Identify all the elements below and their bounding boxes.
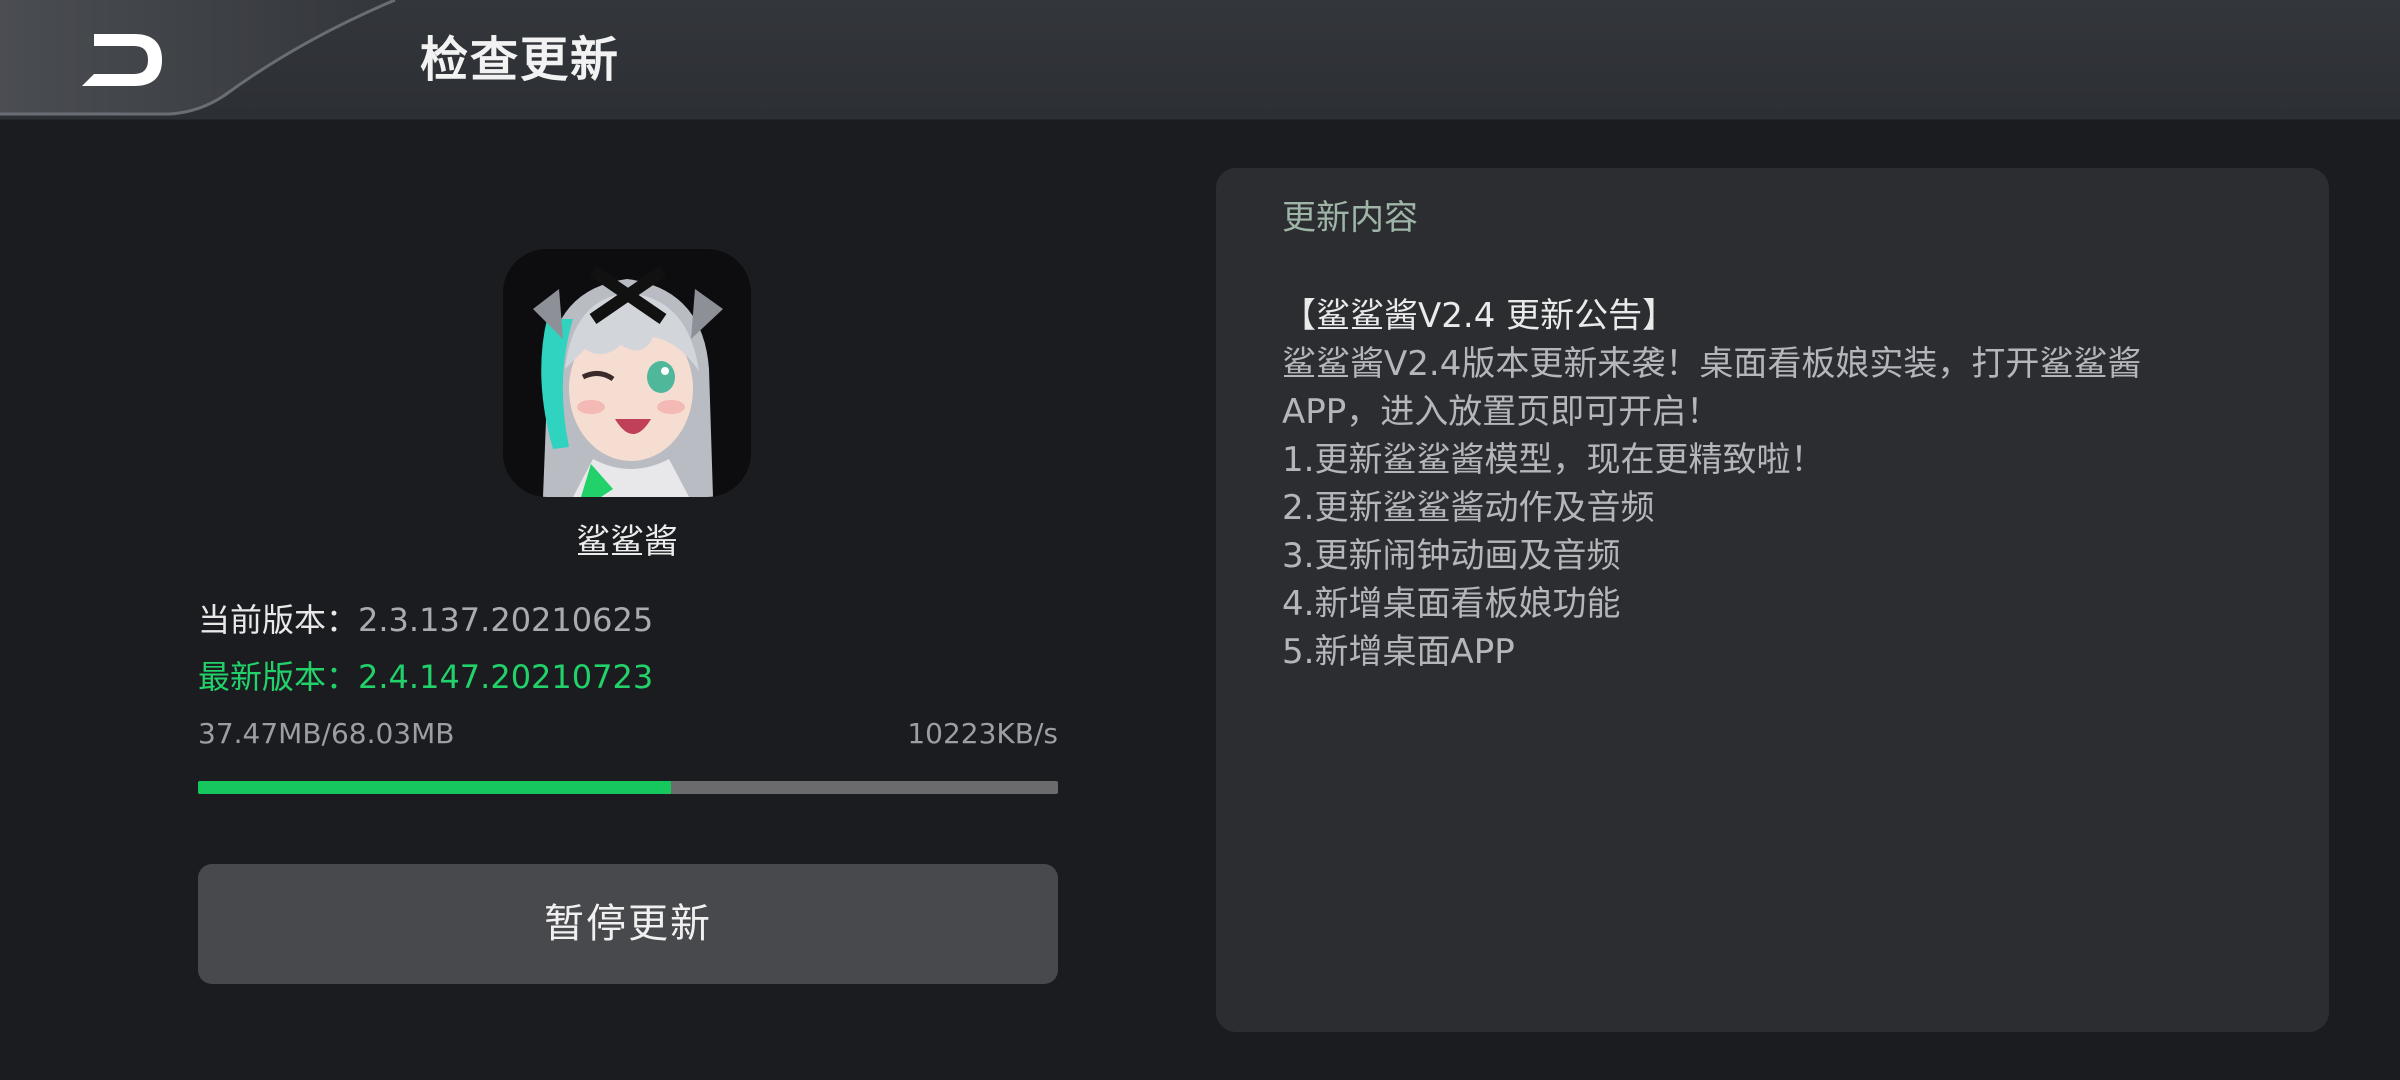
update-screen: 检查更新 鲨鲨酱 当前版本：2.3.137.20210625 最新版本：2.4.… <box>0 0 2400 1080</box>
download-size: 37.47MB/68.03MB <box>198 717 455 750</box>
update-notes-line: APP，进入放置页即可开启！ <box>1282 392 1721 432</box>
update-notes-line: 2.更新鲨鲨酱动作及音频 <box>1282 488 1655 528</box>
update-notes-line: 3.更新闹钟动画及音频 <box>1282 536 1621 576</box>
latest-version-value: 2.4.147.20210723 <box>358 658 654 696</box>
page-title: 检查更新 <box>420 32 621 88</box>
latest-version-label: 最新版本： <box>198 658 359 696</box>
back-button[interactable] <box>72 28 172 92</box>
download-progress-fill <box>198 781 671 794</box>
current-version-label: 当前版本： <box>198 601 359 639</box>
pause-update-button[interactable]: 暂停更新 <box>198 864 1058 984</box>
current-version: 当前版本：2.3.137.20210625 <box>198 598 653 642</box>
update-notes-line: 5.新增桌面APP <box>1282 632 1515 672</box>
header-bar: 检查更新 <box>0 0 2400 120</box>
anime-character-icon <box>503 249 751 497</box>
download-progress-bar <box>198 781 1058 794</box>
back-area-background <box>0 0 396 116</box>
current-version-value: 2.3.137.20210625 <box>358 601 654 639</box>
download-speed: 10223KB/s <box>907 717 1058 750</box>
update-notes-panel: 更新内容 【鲨鲨酱V2.4 更新公告】 鲨鲨酱V2.4版本更新来袭！桌面看板娘实… <box>1216 168 2329 1032</box>
back-area <box>0 0 400 119</box>
update-notes-header: 更新内容 <box>1282 198 1418 238</box>
latest-version: 最新版本：2.4.147.20210723 <box>198 655 653 699</box>
app-icon <box>503 249 751 497</box>
update-notes-line: 4.新增桌面看板娘功能 <box>1282 584 1621 624</box>
update-notes-line: 鲨鲨酱V2.4版本更新来袭！桌面看板娘实装，打开鲨鲨酱 <box>1282 344 2142 384</box>
update-notes-line: 1.更新鲨鲨酱模型，现在更精致啦！ <box>1282 440 1825 480</box>
update-notes-line: 【鲨鲨酱V2.4 更新公告】 <box>1282 296 1677 336</box>
app-name: 鲨鲨酱 <box>576 522 678 562</box>
update-notes-list: 【鲨鲨酱V2.4 更新公告】 鲨鲨酱V2.4版本更新来袭！桌面看板娘实装，打开鲨… <box>1282 292 2282 676</box>
back-arrow-icon <box>82 34 162 86</box>
